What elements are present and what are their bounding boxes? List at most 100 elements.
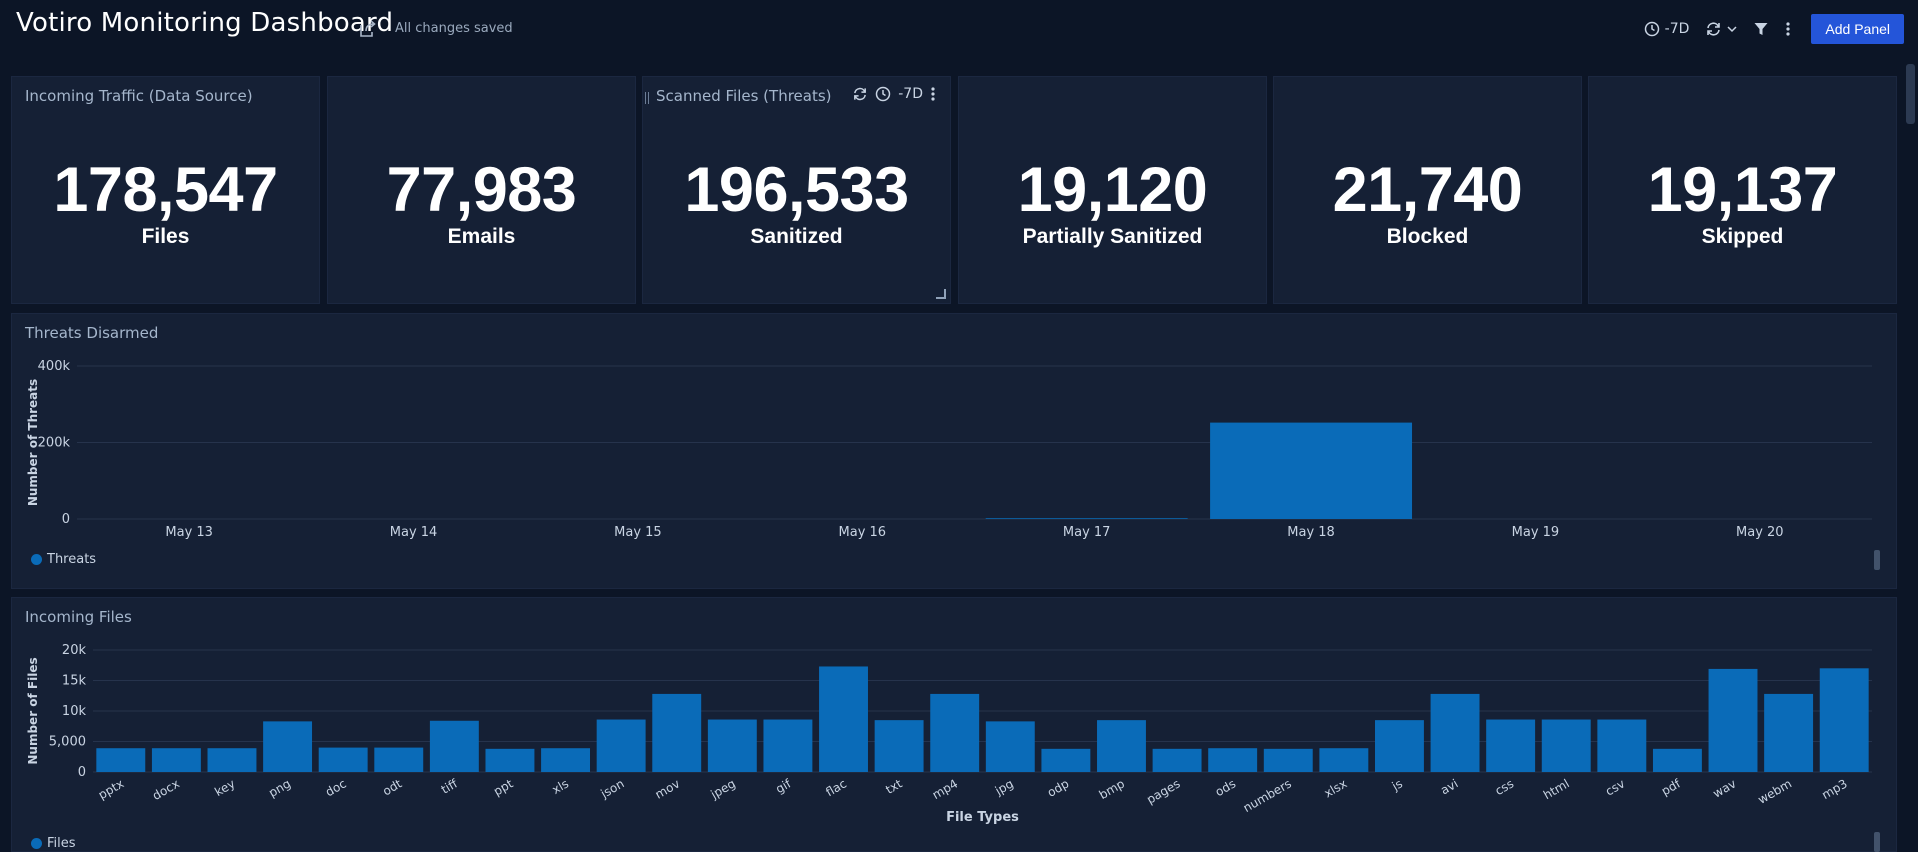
bar: [1764, 693, 1814, 772]
bar: [1152, 748, 1202, 772]
x-tick-label: odp: [1045, 776, 1072, 799]
stat-value: 196,533: [684, 155, 909, 225]
bar: [1041, 748, 1091, 772]
bar: [652, 693, 702, 772]
filter-button[interactable]: [1745, 14, 1777, 44]
y-tick-label: 10k: [62, 704, 87, 719]
x-tick-label: pages: [1144, 776, 1182, 806]
x-tick-label: webm: [1755, 776, 1794, 806]
x-tick-label: flac: [823, 776, 849, 799]
clock-icon[interactable]: [875, 86, 891, 102]
clock-icon: [1644, 21, 1659, 37]
x-tick-label: pptx: [96, 776, 126, 802]
stat-panel-skipped[interactable]: 19,137 Skipped: [1588, 76, 1897, 304]
stat-panel-emails[interactable]: 77,983 Emails: [327, 76, 636, 304]
x-tick-label: html: [1541, 776, 1572, 802]
stat-label: Partially Sanitized: [1022, 225, 1203, 248]
x-tick-label: ods: [1213, 776, 1238, 799]
y-tick-label: 15k: [62, 674, 87, 689]
x-axis-label: File Types: [946, 810, 1019, 825]
stat-label: Files: [141, 225, 190, 248]
bar: [151, 748, 201, 772]
resize-handle[interactable]: [936, 289, 946, 299]
x-tick-label: gif: [773, 776, 794, 796]
bar: [1541, 719, 1591, 772]
stat-value: 19,137: [1647, 155, 1838, 225]
stat-label: Skipped: [1701, 225, 1784, 248]
x-tick-label: mp4: [930, 776, 960, 802]
bar: [1097, 720, 1146, 772]
panel-time-range[interactable]: -7D: [898, 86, 923, 102]
stat-panel-files[interactable]: Incoming Traffic (Data Source) 178,547 F…: [11, 76, 320, 304]
stat-value: 178,547: [53, 155, 278, 225]
panel-scrollbar[interactable]: [1874, 832, 1880, 852]
bar: [1819, 668, 1869, 772]
add-panel-button[interactable]: Add Panel: [1811, 14, 1904, 44]
x-tick-label: tiff: [439, 776, 461, 797]
x-tick-label: jpeg: [707, 776, 737, 802]
bar: [1374, 720, 1424, 772]
more-options-button[interactable]: [1777, 14, 1799, 44]
stat-panel-blocked[interactable]: 21,740 Blocked: [1273, 76, 1582, 304]
bar: [763, 719, 813, 772]
panel-scrollbar[interactable]: [1874, 550, 1880, 570]
y-axis-label: Number of Files: [26, 657, 40, 764]
y-tick-label: 0: [62, 512, 70, 527]
stat-panel-sanitized[interactable]: Scanned Files (Threats) -7D 196,533 Sani…: [642, 76, 951, 304]
x-tick-label: May 17: [1063, 525, 1111, 540]
time-range-button[interactable]: -7D: [1636, 14, 1698, 44]
refresh-icon: [1707, 22, 1721, 36]
y-tick-label: 0: [78, 765, 86, 780]
page-scrollbar[interactable]: [1906, 64, 1915, 124]
x-tick-label: May 16: [839, 525, 887, 540]
stat-value: 19,120: [1017, 155, 1208, 225]
files-chart: 0 5,000 10k 15k 20k Number of Files pptx docx ke…: [26, 643, 1872, 825]
time-range-label: -7D: [1664, 21, 1690, 37]
chevron-down-icon: [1727, 26, 1737, 33]
x-tick-label: pdf: [1659, 776, 1684, 798]
bar: [1652, 748, 1702, 772]
y-tick-label: 20k: [62, 643, 87, 658]
bar: [1319, 748, 1369, 772]
y-axis-label: Number of Threats: [26, 379, 40, 506]
legend-label: Files: [47, 836, 76, 851]
refresh-button[interactable]: [1697, 14, 1745, 44]
refresh-icon[interactable]: [852, 86, 868, 102]
bar: [541, 748, 591, 772]
stat-value: 77,983: [386, 155, 577, 225]
x-tick-label: xls: [550, 776, 571, 796]
bar: [985, 518, 1188, 519]
threats-disarmed-panel: Threats Disarmed 0 200k 400k Number of Thre…: [11, 313, 1897, 589]
x-tick-label: odt: [380, 776, 404, 798]
x-tick-label: key: [212, 776, 237, 799]
legend-label: Threats: [47, 552, 97, 567]
x-tick-label: wav: [1710, 776, 1738, 800]
stat-label: Blocked: [1386, 225, 1469, 248]
more-vertical-icon[interactable]: [930, 86, 936, 102]
bar: [1208, 748, 1258, 772]
threats-chart: 0 200k 400k Number of Threats May 13 May 14 Ma…: [26, 359, 1872, 540]
drag-handle[interactable]: [645, 92, 649, 104]
bar: [263, 721, 313, 772]
dashboard-title[interactable]: Votiro Monitoring Dashboard: [16, 8, 393, 38]
bar: [485, 748, 535, 772]
chart-legend[interactable]: Threats: [31, 552, 96, 567]
stat-label: Emails: [447, 225, 516, 248]
stat-panel-title: Incoming Traffic (Data Source): [25, 87, 253, 105]
y-tick-label: 400k: [38, 359, 71, 374]
x-tick-label: ppt: [491, 776, 516, 798]
stat-panel-partially-sanitized[interactable]: 19,120 Partially Sanitized: [958, 76, 1267, 304]
x-tick-label: xlsx: [1322, 776, 1350, 800]
x-tick-label: May 18: [1287, 525, 1335, 540]
bar: [596, 719, 646, 772]
bar: [1430, 693, 1480, 772]
x-tick-label: csv: [1603, 776, 1627, 798]
incoming-files-panel: Incoming Files 0 5,000 10k 15k 20k Number of …: [11, 597, 1897, 852]
y-tick-label: 200k: [38, 436, 71, 451]
x-tick-label: May 15: [614, 525, 662, 540]
legend-swatch: [31, 554, 42, 565]
x-tick-label: avi: [1438, 776, 1460, 797]
chart-legend[interactable]: Files: [31, 836, 76, 851]
bar: [1597, 719, 1647, 772]
share-icon[interactable]: [358, 19, 378, 39]
